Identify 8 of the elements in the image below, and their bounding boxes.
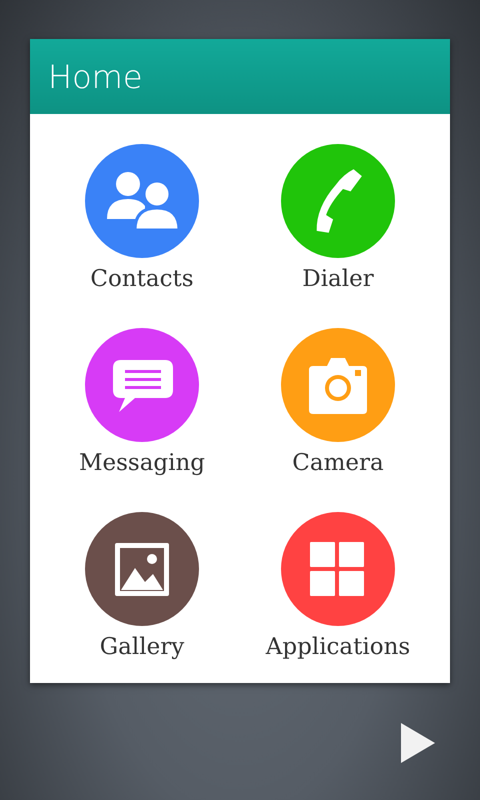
app-button[interactable]: Messaging [44,328,240,478]
app-button[interactable]: Camera [240,328,436,478]
app-button[interactable]: Contacts [44,144,240,294]
app-button[interactable]: Gallery [44,512,240,662]
app-button[interactable]: Dialer [240,144,436,294]
play-icon[interactable] [401,723,435,763]
app-button[interactable]: Applications [240,512,436,662]
page-title: Home [48,58,142,96]
